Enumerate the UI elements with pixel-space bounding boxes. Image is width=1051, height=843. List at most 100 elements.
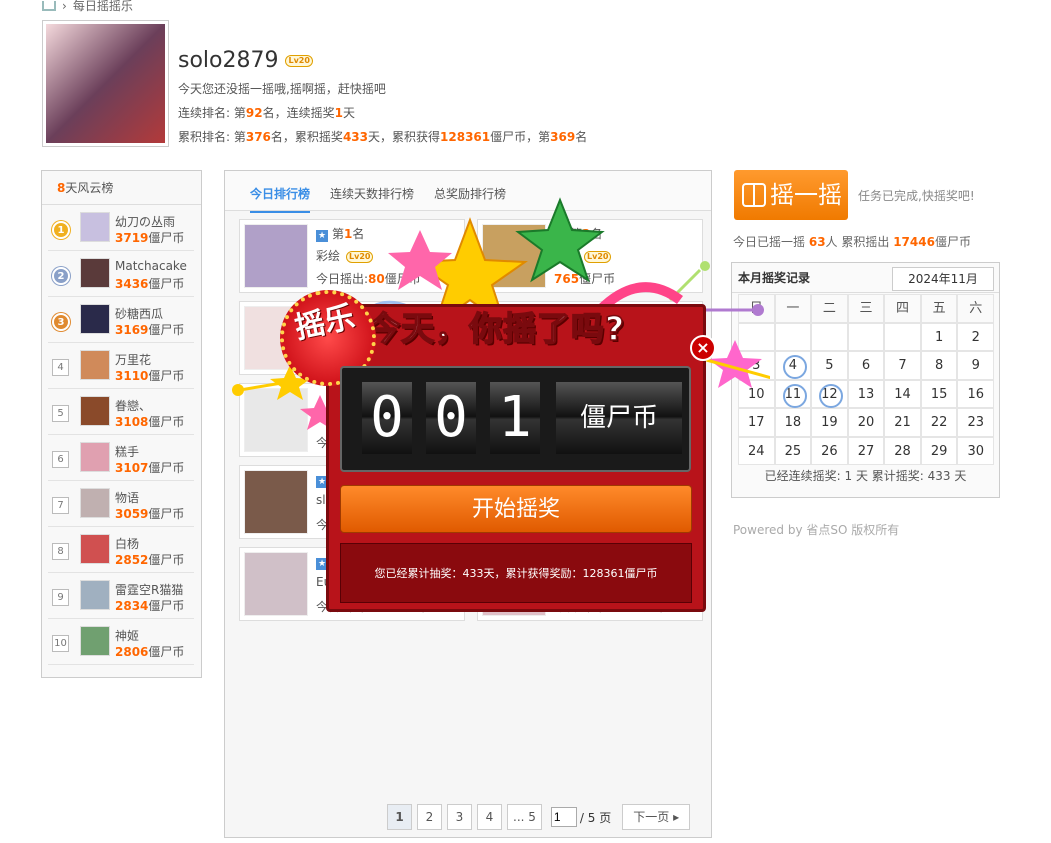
avatar[interactable] [80,534,110,564]
calendar-day: 6 [847,351,885,380]
counter-digit: 0 [426,382,476,454]
weekday-header: 三 [847,294,885,323]
status-text: 今天您还没摇一摇哦,摇啊摇，赶快摇吧 [178,82,386,96]
avatar[interactable] [244,552,308,616]
leaderboard-row[interactable]: 10 神姬 2806僵尸币 [48,621,194,665]
avatar[interactable] [80,350,110,380]
avatar[interactable] [80,212,110,242]
calendar-day: 25 [774,436,812,465]
leaderboard-row[interactable]: 8 白杨 2852僵尸币 [48,529,194,573]
leaderboard-name[interactable]: 万里花 [115,351,151,368]
page-2-button[interactable]: 2 [417,804,442,830]
calendar-day: 11 [774,379,812,408]
leaderboard-coins: 3107僵尸币 [115,461,185,475]
avatar[interactable] [80,580,110,610]
leaderboard-coins: 2806僵尸币 [115,645,185,659]
leaderboard-row[interactable]: 3 砂糖西瓜 3169僵尸币 [48,299,194,343]
medal-icon: 2 [52,267,70,285]
calendar-day: 23 [957,408,994,437]
leaderboard-coins: 3719僵尸币 [115,231,185,245]
task-done-text: 任务已完成,快摇奖吧! [858,189,975,203]
page-input[interactable] [550,807,577,827]
leaderboard-name[interactable]: 砂糖西瓜 [115,305,163,322]
level-badge-icon: Lv20 [285,55,313,67]
leaderboard-coins: 2852僵尸币 [115,553,185,567]
rank-number: 9 [52,589,69,606]
next-page-button[interactable]: 下一页 ▸ [622,804,691,830]
rank-number: 5 [52,405,69,422]
avatar[interactable] [80,258,110,288]
leaderboard-title: 8天风云榜 [42,171,201,205]
avatar[interactable] [80,442,110,472]
medal-icon: 3 [52,313,70,331]
start-lottery-button[interactable]: 开始摇奖 [340,485,692,533]
counter-unit: 僵尸币 [556,382,682,454]
breadcrumb-current: 每日摇摇乐 [72,0,133,13]
weekly-leaderboard: 8天风云榜 1 幼刀の丛雨 3719僵尸币 2 Matchacake 3436僵尸… [41,170,202,678]
leaderboard-name[interactable]: 眷戀、 [115,397,151,414]
leaderboard-row[interactable]: 4 万里花 3110僵尸币 [48,345,194,389]
rank-number: 6 [52,451,69,468]
rank-number: 7 [52,497,69,514]
calendar-grid: 日一二三四五六123456789101112131415161718192021… [738,294,994,465]
leaderboard-name[interactable]: 白杨 [115,535,139,552]
lottery-summary: 您已经累计抽奖：433天，累计获得奖励：128361僵尸币 [340,543,692,603]
avatar[interactable] [80,626,110,656]
calendar-day: 9 [957,351,994,380]
leaderboard-row[interactable]: 9 雷霆空R猫猫 2834僵尸币 [48,575,194,619]
leaderboard-name[interactable]: 物语 [115,489,139,506]
calendar-day: 14 [884,379,921,408]
leaderboard-row[interactable]: 6 糕手 3107僵尸币 [48,437,194,481]
profile-header: solo2879 Lv20 [178,48,313,73]
avatar[interactable] [80,396,110,426]
calendar-day: 19 [811,408,848,437]
chevron-right-icon: › [62,0,67,13]
leaderboard-row[interactable]: 5 眷戀、 3108僵尸币 [48,391,194,435]
page-jump: / 5 页 [550,804,612,830]
avatar[interactable] [244,470,308,534]
page-5-button[interactable]: ... 5 [507,804,542,830]
leaderboard-coins: 3059僵尸币 [115,507,185,521]
calendar-day: 26 [811,436,848,465]
streak-rank-line: 连续排名: 第92名，连续摇奖1天 [178,106,355,120]
leaderboard-name[interactable]: Matchacake [115,259,187,273]
user-avatar[interactable] [42,20,169,147]
calendar-day: 21 [884,408,921,437]
calendar-day [847,322,885,351]
leaderboard-coins: 3110僵尸币 [115,369,185,383]
leaderboard-name[interactable]: 神姬 [115,627,139,644]
username[interactable]: solo2879 [178,48,278,73]
calendar-day: 1 [920,322,958,351]
calendar-day: 18 [774,408,812,437]
avatar[interactable] [80,304,110,334]
calendar-day: 5 [811,351,848,380]
close-icon[interactable]: × [690,335,716,361]
calendar-day [774,322,812,351]
calendar-month: 2024年11月 [892,267,994,291]
leaderboard-row[interactable]: 1 幼刀の丛雨 3719僵尸币 [48,207,194,251]
counter-digit: 0 [362,382,412,454]
page-total: / 5 页 [579,810,612,825]
calendar-day: 30 [957,436,994,465]
leaderboard-coins: 3108僵尸币 [115,415,185,429]
leaderboard-name[interactable]: 幼刀の丛雨 [115,213,175,230]
popup-banner: 今天，你摇了吗? [366,308,626,349]
calendar-day: 20 [847,408,885,437]
medal-icon: 1 [52,221,70,239]
leaderboard-name[interactable]: 雷霆空R猫猫 [115,581,183,598]
calendar-day: 22 [920,408,958,437]
calendar-day: 2 [957,322,994,351]
avatar[interactable] [80,488,110,518]
page-3-button[interactable]: 3 [447,804,472,830]
page-1-button[interactable]: 1 [387,804,412,830]
page-4-button[interactable]: 4 [477,804,502,830]
calendar-day: 29 [920,436,958,465]
calendar-day: 7 [884,351,921,380]
leaderboard-name[interactable]: 糕手 [115,443,139,460]
calendar-header: 本月摇奖记录 2024年11月 [732,263,999,293]
home-icon[interactable] [42,0,56,11]
leaderboard-row[interactable]: 7 物语 3059僵尸币 [48,483,194,527]
calendar-day: 4 [774,351,812,380]
leaderboard-row[interactable]: 2 Matchacake 3436僵尸币 [48,253,194,297]
pagination: 1 2 3 4 ... 5 / 5 页 下一页 ▸ [387,804,691,830]
